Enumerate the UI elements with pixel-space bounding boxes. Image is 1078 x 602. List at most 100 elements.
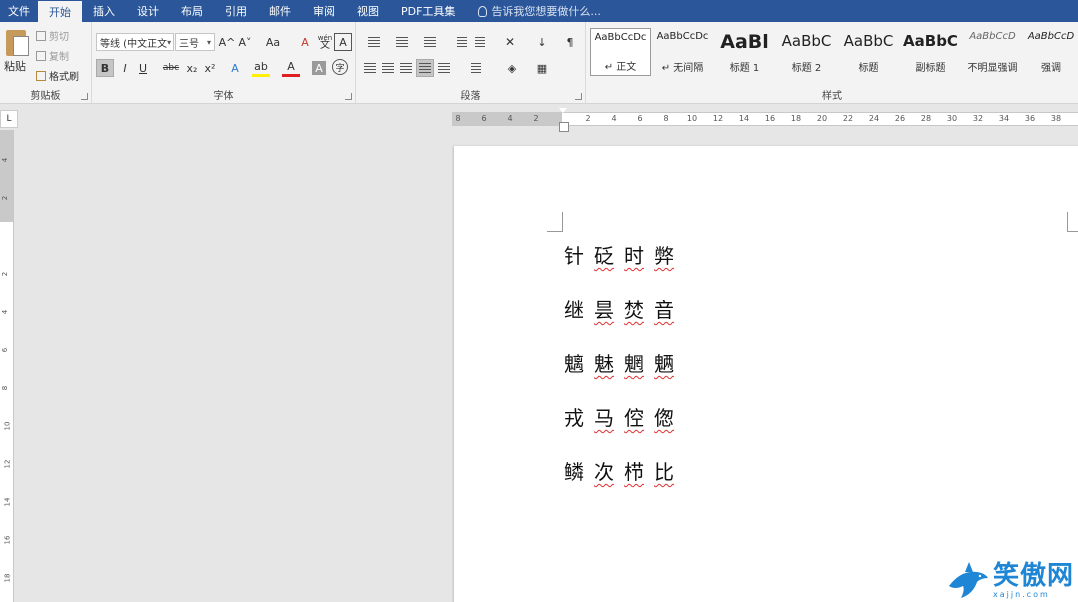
indent-marker-icon[interactable]: [559, 108, 569, 132]
tell-me-box[interactable]: 告诉我您想要做什么...: [466, 0, 601, 22]
align-right-button[interactable]: [398, 61, 414, 75]
document-char[interactable]: 魉: [654, 348, 674, 377]
font-size-combo[interactable]: 三号 ▾: [175, 33, 215, 51]
copy-icon: [36, 50, 46, 61]
grow-font-button[interactable]: A^: [218, 33, 236, 51]
document-char[interactable]: 弊: [654, 240, 674, 269]
change-case-button[interactable]: Aa: [260, 33, 286, 51]
tab-review[interactable]: 审阅: [302, 0, 346, 22]
document-char[interactable]: 针: [564, 240, 584, 269]
tab-mailings[interactable]: 邮件: [258, 0, 302, 22]
bold-button[interactable]: B: [96, 59, 114, 77]
style-heading-1[interactable]: AaBl 标题 1: [714, 28, 775, 76]
document-page[interactable]: 针砭时弊继昙焚音魑魅魍魉戎马倥偬鳞次栉比: [454, 146, 1078, 602]
highlight-button[interactable]: ab: [252, 59, 270, 77]
strikethrough-button[interactable]: abc: [160, 59, 182, 77]
show-marks-icon[interactable]: ¶: [562, 35, 578, 49]
tab-selector[interactable]: L: [0, 110, 18, 128]
superscript-button[interactable]: x²: [201, 59, 219, 77]
document-char[interactable]: 栉: [624, 456, 644, 485]
document-line[interactable]: 继昙焚音: [564, 294, 674, 323]
style-title[interactable]: AaBbC 标题: [838, 28, 899, 76]
font-name-combo[interactable]: 等线 (中文正文 ▾: [96, 33, 174, 51]
sort-icon[interactable]: ↓: [534, 35, 550, 49]
clipboard-launcher-icon[interactable]: [81, 93, 88, 100]
document-char[interactable]: 比: [654, 456, 674, 485]
style-subtitle[interactable]: AaBbC 副标题: [900, 28, 961, 76]
shrink-font-button[interactable]: A˅: [236, 33, 254, 51]
document-line[interactable]: 针砭时弊: [564, 240, 674, 269]
font-color-button[interactable]: A: [282, 59, 300, 77]
multilevel-list-button[interactable]: [418, 35, 442, 49]
document-char[interactable]: 昙: [594, 294, 614, 323]
underline-button[interactable]: U: [134, 59, 152, 77]
style-emphasis[interactable]: AaBbCcD 强调: [1024, 28, 1078, 76]
watermark-text: 笑傲网 xajjn.com: [993, 562, 1074, 599]
enclose-char-button[interactable]: 字: [332, 59, 348, 75]
tab-layout[interactable]: 布局: [170, 0, 214, 22]
justify-button[interactable]: [416, 59, 434, 77]
horizontal-ruler[interactable]: 8 6 4 2 2 4 6 8 10 12 14 16 18 20 22 24 26 28 30 32 34 36 38: [452, 108, 1078, 132]
tab-file[interactable]: 文件: [0, 0, 38, 22]
increase-indent-button[interactable]: [472, 35, 488, 49]
align-right-icon: [400, 63, 412, 73]
char-shading-button[interactable]: A: [312, 61, 326, 75]
vertical-ruler[interactable]: 4 2 2 4 6 8 10 12 14 16 18: [0, 130, 14, 602]
line-spacing-button[interactable]: [464, 61, 488, 75]
document-char[interactable]: 砭: [594, 240, 614, 269]
style-heading-2[interactable]: AaBbC 标题 2: [776, 28, 837, 76]
clear-format-button[interactable]: A: [296, 33, 314, 51]
distributed-button[interactable]: [436, 61, 452, 75]
tab-view[interactable]: 视图: [346, 0, 390, 22]
document-char[interactable]: 时: [624, 240, 644, 269]
style-subtle-emphasis[interactable]: AaBbCcD 不明显强调: [962, 28, 1023, 76]
tab-design[interactable]: 设计: [126, 0, 170, 22]
style-preview: AaBbCcDc: [656, 31, 709, 42]
borders-button[interactable]: ▦: [530, 61, 554, 75]
document-char[interactable]: 次: [594, 456, 614, 485]
bullets-button[interactable]: [362, 35, 386, 49]
document-char[interactable]: 魅: [594, 348, 614, 377]
justify-icon: [419, 63, 431, 73]
document-char[interactable]: 鳞: [564, 456, 584, 485]
text-effects-button[interactable]: A: [226, 59, 244, 77]
decrease-indent-button[interactable]: [454, 35, 470, 49]
align-left-button[interactable]: [362, 61, 378, 75]
document-char[interactable]: 继: [564, 294, 584, 323]
tab-pdf-tools[interactable]: PDF工具集: [390, 0, 466, 22]
vertical-ruler-tick: 12: [3, 459, 12, 469]
format-painter-button[interactable]: 格式刷: [36, 68, 79, 83]
document-char[interactable]: 马: [594, 402, 614, 431]
phonetic-guide-button[interactable]: wén 文: [316, 33, 334, 51]
document-char[interactable]: 音: [654, 294, 674, 323]
subscript-button[interactable]: x₂: [183, 59, 201, 77]
format-painter-label: 格式刷: [49, 72, 79, 83]
document-char[interactable]: 倥: [624, 402, 644, 431]
document-line[interactable]: 魑魅魍魉: [564, 348, 674, 377]
shading-button[interactable]: ◈: [500, 61, 524, 75]
align-center-button[interactable]: [380, 61, 396, 75]
copy-button[interactable]: 复制: [36, 48, 69, 63]
document-line[interactable]: 鳞次栉比: [564, 456, 674, 485]
paragraph-launcher-icon[interactable]: [575, 93, 582, 100]
asian-layout-button[interactable]: ✕: [498, 35, 522, 49]
tab-references[interactable]: 引用: [214, 0, 258, 22]
outdent-icon: [457, 37, 467, 47]
numbering-button[interactable]: [390, 35, 414, 49]
char-border-button[interactable]: A: [334, 33, 352, 51]
font-launcher-icon[interactable]: [345, 93, 352, 100]
document-line[interactable]: 戎马倥偬: [564, 402, 674, 431]
document-char[interactable]: 魑: [564, 348, 584, 377]
style-normal[interactable]: AaBbCcDc ↵ 正文: [590, 28, 651, 76]
tab-home[interactable]: 开始: [38, 1, 82, 22]
paste-button[interactable]: 粘贴: [4, 58, 26, 74]
italic-button[interactable]: I: [116, 59, 134, 77]
document-char[interactable]: 戎: [564, 402, 584, 431]
tab-insert[interactable]: 插入: [82, 0, 126, 22]
paste-icon[interactable]: [6, 30, 29, 56]
style-no-spacing[interactable]: AaBbCcDc ↵ 无间隔: [652, 28, 713, 76]
cut-button[interactable]: 剪切: [36, 28, 69, 43]
document-char[interactable]: 魍: [624, 348, 644, 377]
document-char[interactable]: 焚: [624, 294, 644, 323]
document-char[interactable]: 偬: [654, 402, 674, 431]
